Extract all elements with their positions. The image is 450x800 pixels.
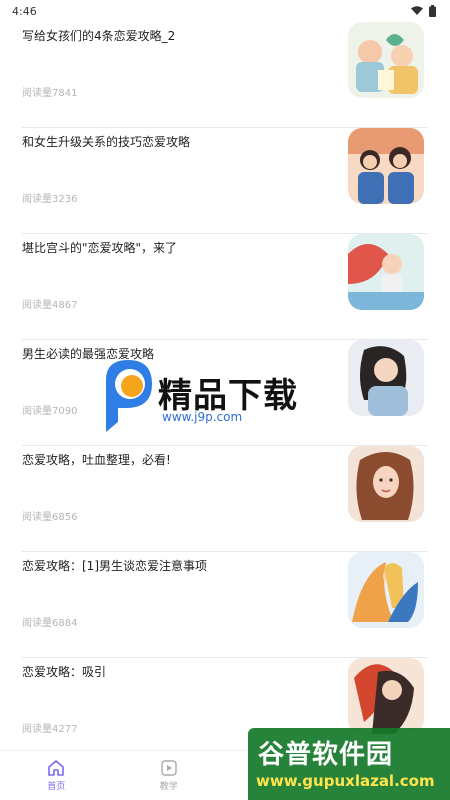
article-list: 写给女孩们的4条恋爱攻略_2 阅读量7841 和女生升级关系的技巧恋爱攻略 阅读… [0, 22, 450, 750]
read-count: 阅读量4277 [22, 724, 78, 735]
play-icon [161, 760, 177, 776]
article-item[interactable]: 堪比宫斗的"恋爱攻略"，来了 阅读量4867 [22, 234, 428, 340]
article-thumbnail[interactable] [348, 234, 424, 310]
read-count: 阅读量6884 [22, 618, 78, 629]
status-time: 4:46 [12, 4, 37, 18]
nav-placeholder [338, 751, 450, 800]
article-title: 恋爱攻略：吸引 [22, 665, 107, 679]
home-icon [48, 760, 65, 776]
read-count: 阅读量4867 [22, 300, 78, 311]
article-thumbnail[interactable] [348, 446, 424, 522]
article-item[interactable]: 恋爱攻略：[1]男生谈恋爱注意事项 阅读量6884 [22, 552, 428, 658]
read-count: 阅读量7090 [22, 406, 78, 417]
nav-teaching[interactable]: 教学 [113, 751, 226, 800]
article-title: 恋爱攻略，吐血整理，必看! [22, 453, 171, 467]
article-thumbnail[interactable] [348, 340, 424, 416]
nav-teaching-label: 教学 [159, 782, 178, 792]
article-thumbnail[interactable] [348, 128, 424, 204]
article-thumbnail[interactable] [348, 22, 424, 98]
article-item[interactable]: 恋爱攻略：吸引 阅读量4277 [22, 658, 428, 750]
article-item[interactable]: 恋爱攻略，吐血整理，必看! 阅读量6856 [22, 446, 428, 552]
article-item[interactable]: 男生必读的最强恋爱攻略 阅读量7090 [22, 340, 428, 446]
article-thumbnail[interactable] [348, 658, 424, 734]
article-title: 写给女孩们的4条恋爱攻略_2 [22, 29, 176, 43]
article-thumbnail[interactable] [348, 552, 424, 628]
status-bar: 4:46 [0, 0, 450, 22]
nav-home-label: 首页 [47, 782, 66, 792]
article-title: 男生必读的最强恋爱攻略 [22, 347, 155, 361]
wifi-icon [411, 6, 423, 15]
bottom-nav: 首页 教学 [0, 750, 450, 800]
status-icons [411, 5, 436, 17]
battery-icon [429, 5, 436, 17]
article-title: 和女生升级关系的技巧恋爱攻略 [22, 135, 191, 149]
read-count: 阅读量3236 [22, 194, 78, 205]
read-count: 阅读量6856 [22, 512, 78, 523]
nav-placeholder [225, 751, 338, 800]
article-title: 恋爱攻略：[1]男生谈恋爱注意事项 [22, 559, 207, 573]
article-item[interactable]: 和女生升级关系的技巧恋爱攻略 阅读量3236 [22, 128, 428, 234]
article-title: 堪比宫斗的"恋爱攻略"，来了 [22, 241, 178, 255]
article-item[interactable]: 写给女孩们的4条恋爱攻略_2 阅读量7841 [22, 22, 428, 128]
nav-home[interactable]: 首页 [0, 751, 113, 800]
read-count: 阅读量7841 [22, 88, 78, 99]
